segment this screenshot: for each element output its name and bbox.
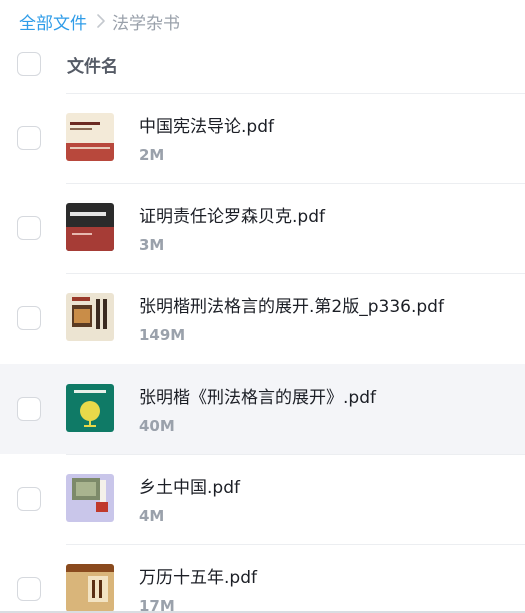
pdf-cover-thumbnail bbox=[66, 384, 114, 432]
file-size: 4M bbox=[139, 507, 165, 525]
file-browser: 全部文件 法学杂书 文件名 中国宪法导论.pdf 2M 证明责任论罗森贝克.pd… bbox=[0, 0, 525, 613]
file-size: 149M bbox=[139, 326, 186, 344]
pdf-cover-thumbnail bbox=[66, 203, 114, 251]
breadcrumb: 全部文件 法学杂书 bbox=[19, 9, 180, 34]
file-name[interactable]: 证明责任论罗森贝克.pdf bbox=[139, 202, 325, 227]
file-size: 2M bbox=[139, 146, 165, 164]
pdf-cover-thumbnail bbox=[66, 113, 114, 161]
file-row[interactable]: 张明楷《刑法格言的展开》.pdf 40M bbox=[0, 364, 525, 454]
file-name[interactable]: 张明楷《刑法格言的展开》.pdf bbox=[139, 383, 376, 408]
row-checkbox[interactable] bbox=[17, 397, 41, 421]
file-name[interactable]: 乡土中国.pdf bbox=[139, 473, 240, 498]
row-checkbox[interactable] bbox=[17, 216, 41, 240]
file-row[interactable]: 乡土中国.pdf 4M bbox=[0, 454, 525, 544]
file-size: 40M bbox=[139, 417, 175, 435]
file-name[interactable]: 万历十五年.pdf bbox=[139, 563, 257, 588]
file-name[interactable]: 张明楷刑法格言的展开.第2版_p336.pdf bbox=[139, 292, 444, 317]
file-row[interactable]: 万历十五年.pdf 17M bbox=[0, 544, 525, 613]
pdf-cover-thumbnail bbox=[66, 564, 114, 612]
select-all-checkbox[interactable] bbox=[17, 52, 41, 76]
pdf-cover-thumbnail bbox=[66, 293, 114, 341]
column-header-name[interactable]: 文件名 bbox=[67, 52, 118, 77]
row-checkbox[interactable] bbox=[17, 487, 41, 511]
row-checkbox[interactable] bbox=[17, 577, 41, 601]
breadcrumb-root-link[interactable]: 全部文件 bbox=[19, 9, 87, 34]
list-header: 文件名 bbox=[0, 42, 525, 88]
row-checkbox[interactable] bbox=[17, 126, 41, 150]
pdf-cover-thumbnail bbox=[66, 474, 114, 522]
file-size: 3M bbox=[139, 236, 165, 254]
breadcrumb-current: 法学杂书 bbox=[112, 13, 180, 34]
file-row[interactable]: 张明楷刑法格言的展开.第2版_p336.pdf 149M bbox=[0, 273, 525, 363]
row-checkbox[interactable] bbox=[17, 306, 41, 330]
file-name[interactable]: 中国宪法导论.pdf bbox=[139, 112, 274, 137]
chevron-right-icon bbox=[96, 13, 106, 29]
file-row[interactable]: 中国宪法导论.pdf 2M bbox=[0, 93, 525, 183]
file-row[interactable]: 证明责任论罗森贝克.pdf 3M bbox=[0, 183, 525, 273]
